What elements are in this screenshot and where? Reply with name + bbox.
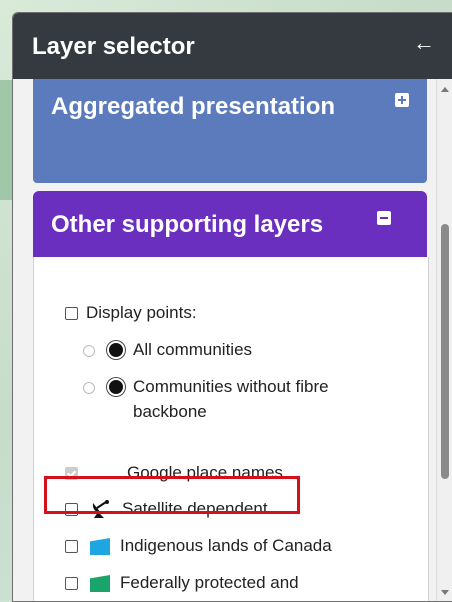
indigenous-lands-label: Indigenous lands of Canada: [120, 536, 332, 555]
community-point-icon: [109, 343, 123, 357]
communities-without-fibre-label: Communities without fibre backbone: [133, 377, 329, 421]
option-all-communities[interactable]: All communities: [83, 340, 252, 360]
aggregated-presentation-header[interactable]: Aggregated presentation: [33, 79, 427, 183]
scrollbar-thumb[interactable]: [441, 224, 449, 479]
arrow-left-icon[interactable]: ←: [413, 30, 435, 56]
layer-protected-areas[interactable]: Federally protected and conserved areas: [65, 573, 395, 601]
display-points-checkbox[interactable]: [65, 307, 78, 320]
annotation-highlight-box: [44, 476, 300, 514]
all-communities-radio[interactable]: [83, 345, 95, 357]
scroll-down-arrow-icon[interactable]: [441, 590, 449, 595]
communities-without-fibre-radio[interactable]: [83, 382, 95, 394]
display-points-label: Display points:: [86, 303, 197, 322]
option-communities-without-fibre[interactable]: Communities without fibre backbone: [83, 377, 383, 424]
panel-title: Layer selector: [32, 33, 195, 60]
protected-areas-checkbox[interactable]: [65, 577, 78, 590]
indigenous-lands-swatch: [90, 538, 110, 555]
other-supporting-layers-header[interactable]: Other supporting layers: [33, 191, 427, 257]
protected-areas-label: Federally protected and conserved areas: [120, 573, 299, 601]
panel-scrollbar[interactable]: [436, 79, 452, 601]
panel-header: Layer selector ←: [13, 13, 452, 79]
community-point-icon: [109, 380, 123, 394]
indigenous-lands-checkbox[interactable]: [65, 540, 78, 553]
minus-square-icon[interactable]: [377, 211, 391, 225]
plus-square-icon[interactable]: [395, 93, 409, 107]
aggregated-presentation-label: Aggregated presentation: [51, 93, 336, 120]
display-points-row[interactable]: Display points:: [65, 303, 197, 323]
other-supporting-layers-label: Other supporting layers: [51, 211, 324, 238]
scroll-up-arrow-icon[interactable]: [441, 87, 449, 92]
protected-areas-swatch: [90, 575, 110, 592]
all-communities-label: All communities: [133, 340, 253, 359]
panel-content: Aggregated presentation Other supporting…: [13, 79, 437, 601]
layer-indigenous-lands[interactable]: Indigenous lands of Canada: [65, 536, 332, 556]
